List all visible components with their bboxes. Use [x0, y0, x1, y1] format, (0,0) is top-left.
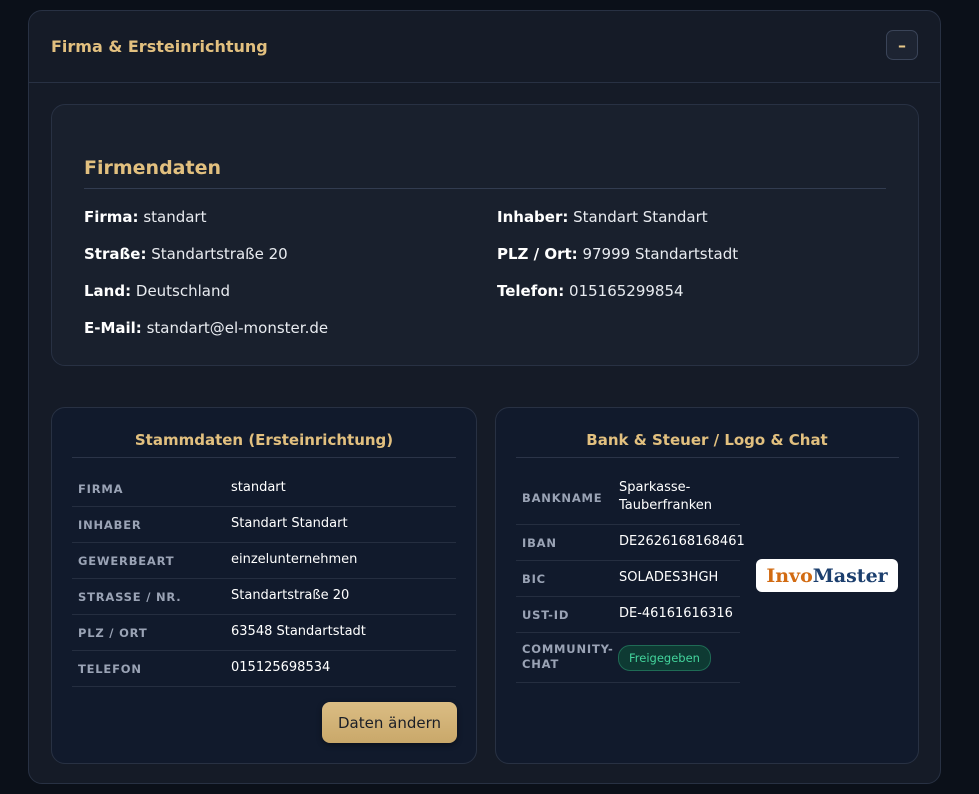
field-value: 015165299854	[569, 282, 684, 300]
field-label: E-Mail:	[84, 319, 142, 337]
row-value: SOLADES3HGH	[619, 570, 719, 585]
field-label: Telefon:	[497, 282, 565, 300]
row-value: 63548 Standartstadt	[231, 624, 366, 639]
collapse-button[interactable]: –	[886, 30, 918, 60]
field-label: Inhaber:	[497, 208, 569, 226]
field-label: Land:	[84, 282, 132, 300]
company-field-telefon: Telefon: 015165299854	[497, 282, 684, 300]
row-label: Firma	[78, 482, 124, 496]
divider	[84, 188, 886, 189]
field-value: standart	[143, 208, 207, 226]
row-value: standart	[231, 480, 286, 495]
table-row: Strasse / Nr. Standartstraße 20	[72, 579, 456, 615]
table-row: Bankname Sparkasse- Tauberfranken	[516, 471, 740, 525]
firmendaten-heading: Firmendaten	[84, 157, 221, 179]
bank-card: Bank & Steuer / Logo & Chat Bankname Spa…	[495, 407, 919, 764]
stammdaten-card: Stammdaten (Ersteinrichtung) Firma stand…	[51, 407, 477, 764]
company-field-land: Land: Deutschland	[84, 282, 230, 300]
logo-text-part2: Master	[812, 564, 888, 587]
field-value: standart@el-monster.de	[146, 319, 329, 337]
row-value: DE2626168168461	[619, 534, 745, 549]
panel-header[interactable]: Firma & Ersteinrichtung –	[29, 11, 940, 83]
bank-title: Bank & Steuer / Logo & Chat	[586, 431, 828, 449]
table-row: USt-ID DE-46161616316	[516, 597, 740, 633]
field-value: 97999 Standartstadt	[582, 245, 739, 263]
company-field-inhaber: Inhaber: Standart Standart	[497, 208, 708, 226]
stammdaten-title: Stammdaten (Ersteinrichtung)	[134, 431, 394, 449]
logo-text-part1: Invo	[766, 564, 813, 587]
table-row: Firma standart	[72, 471, 456, 507]
row-value: 015125698534	[231, 660, 331, 675]
company-logo: Invo Master	[756, 559, 898, 592]
row-label: Strasse / Nr.	[78, 590, 182, 604]
field-value: Standart Standart	[573, 208, 708, 226]
field-label: Straße:	[84, 245, 147, 263]
firma-panel: Firma & Ersteinrichtung – Firmendaten Fi…	[28, 10, 941, 784]
row-value: Standartstraße 20	[231, 588, 350, 603]
row-label: Telefon	[78, 662, 142, 676]
company-field-firma: Firma: standart	[84, 208, 207, 226]
company-field-plz-ort: PLZ / Ort: 97999 Standartstadt	[497, 245, 738, 263]
row-label: Community- Chat	[522, 642, 614, 671]
row-value: einzelunternehmen	[231, 552, 358, 567]
row-label: BIC	[522, 572, 546, 586]
company-field-strasse: Straße: Standartstraße 20	[84, 245, 288, 263]
row-label: Bankname	[522, 491, 603, 505]
row-label: Gewerbeart	[78, 554, 175, 568]
chat-status-badge: Freigegeben	[618, 645, 711, 671]
divider	[516, 457, 899, 458]
edit-data-button[interactable]: Daten ändern	[322, 702, 457, 743]
row-value: DE-46161616316	[619, 606, 733, 621]
row-label: Inhaber	[78, 518, 142, 532]
company-field-email: E-Mail: standart@el-monster.de	[84, 319, 328, 337]
firmendaten-card: Firmendaten Firma: standart Straße: Stan…	[51, 104, 919, 366]
row-label: IBAN	[522, 536, 557, 550]
table-row: Community- Chat Freigegeben	[516, 633, 740, 683]
table-row: Gewerbeart einzelunternehmen	[72, 543, 456, 579]
table-row: PLZ / Ort 63548 Standartstadt	[72, 615, 456, 651]
divider	[72, 457, 456, 458]
field-label: Firma:	[84, 208, 139, 226]
row-label: USt-ID	[522, 608, 570, 622]
row-label: PLZ / Ort	[78, 626, 148, 640]
table-row: Telefon 015125698534	[72, 651, 456, 687]
field-value: Standartstraße 20	[151, 245, 288, 263]
row-value: Standart Standart	[231, 516, 348, 531]
row-value: Sparkasse- Tauberfranken	[619, 480, 713, 513]
table-row: BIC SOLADES3HGH	[516, 561, 740, 597]
panel-title: Firma & Ersteinrichtung	[51, 37, 268, 56]
field-label: PLZ / Ort:	[497, 245, 578, 263]
table-row: IBAN DE2626168168461	[516, 525, 745, 561]
field-value: Deutschland	[135, 282, 231, 300]
table-row: Inhaber Standart Standart	[72, 507, 456, 543]
